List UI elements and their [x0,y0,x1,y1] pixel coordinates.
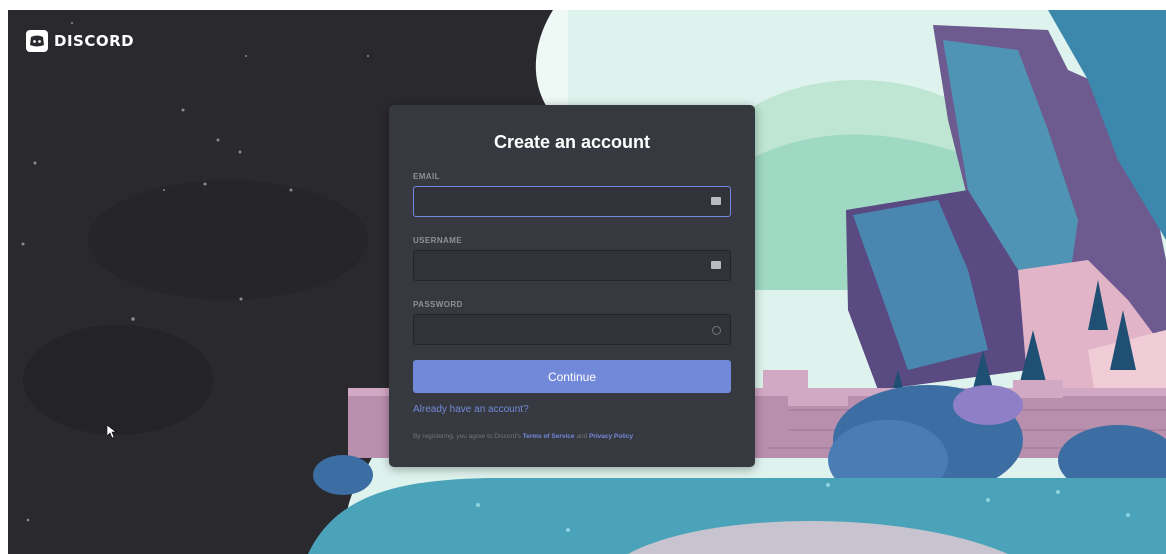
autofill-card-icon[interactable] [711,261,721,269]
password-field-wrapper [413,314,731,345]
username-field-wrapper [413,250,731,281]
mouse-cursor-icon [107,425,117,439]
password-key-icon[interactable] [712,326,721,335]
terms-of-service-link[interactable]: Terms of Service [523,433,575,440]
page-title: Create an account [493,132,651,152]
background-scene: DISCORD Create an account EMAIL USERNAME… [8,10,1166,554]
discord-wordmark: DISCORD [54,32,135,50]
discord-logo[interactable]: DISCORD [26,30,134,52]
privacy-policy-link[interactable]: Privacy Policy [589,433,633,440]
password-label: PASSWORD [413,300,463,309]
terms-prefix: By registering, you agree to Discord's [413,433,523,440]
terms-notice: By registering, you agree to Discord's T… [413,433,633,440]
username-field[interactable] [414,251,730,280]
continue-button[interactable]: Continue [413,360,731,393]
username-label: USERNAME [413,236,462,245]
email-field-wrapper [413,186,731,217]
discord-logo-icon [26,30,48,52]
email-label: EMAIL [413,172,440,181]
create-account-modal: Create an account EMAIL USERNAME PASSWOR… [389,105,755,467]
autofill-card-icon[interactable] [711,197,721,205]
email-field[interactable] [414,187,730,216]
password-field[interactable] [414,315,730,344]
already-have-account-link[interactable]: Already have an account? [413,404,529,415]
terms-and: and [574,433,589,440]
